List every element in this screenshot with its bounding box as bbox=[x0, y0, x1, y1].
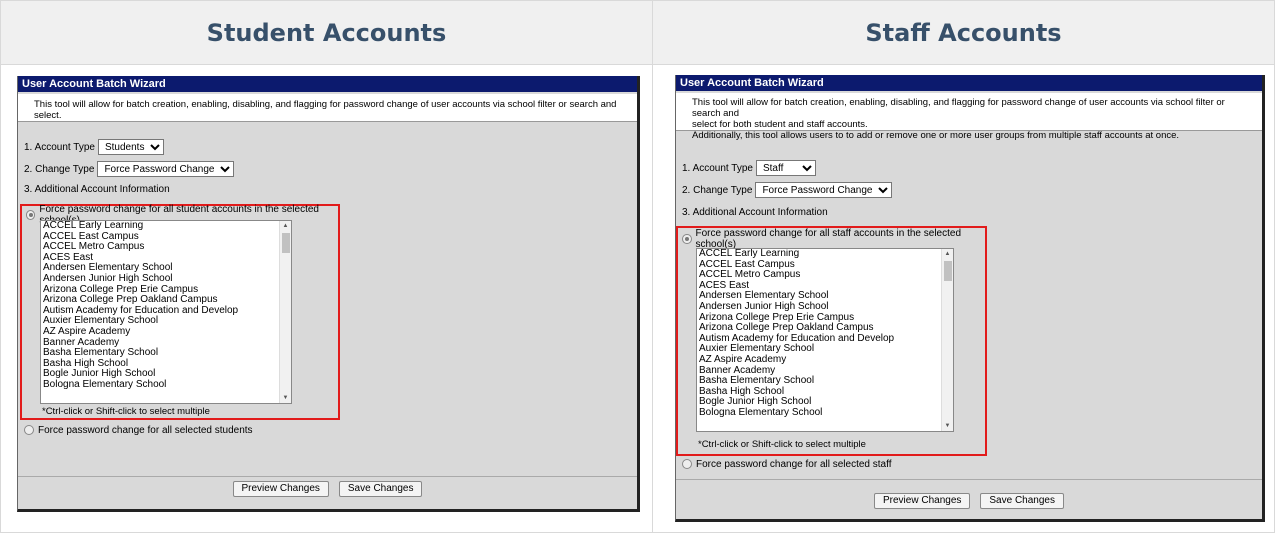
wizard-intro: This tool will allow for batch creation,… bbox=[676, 93, 1262, 141]
radio-unselected-icon[interactable] bbox=[682, 459, 692, 469]
student-panel-cell: User Account Batch Wizard This tool will… bbox=[0, 64, 653, 533]
school-list-item[interactable]: AZ Aspire Academy bbox=[41, 326, 291, 338]
preview-changes-button[interactable]: Preview Changes bbox=[232, 481, 329, 497]
wizard-footer: Preview Changes Save Changes bbox=[676, 481, 1262, 519]
change-type-select[interactable]: Force Password Change bbox=[755, 182, 893, 198]
highlight-box: Force password change for all student ac… bbox=[20, 204, 340, 420]
scroll-up-icon[interactable]: ▲ bbox=[942, 249, 953, 259]
intro-line: This tool will allow for batch creation,… bbox=[692, 97, 1225, 119]
change-type-row: 2. Change Type Force Password Change bbox=[18, 160, 637, 178]
footer-divider bbox=[676, 479, 1262, 480]
option-selected-staff-label: Force password change for all selected s… bbox=[696, 458, 892, 470]
wizard-title: User Account Batch Wizard bbox=[18, 76, 637, 92]
intro-line: This tool will allow for batch creation,… bbox=[34, 99, 617, 121]
account-type-select[interactable]: Students bbox=[97, 139, 164, 155]
staff-wizard: User Account Batch Wizard This tool will… bbox=[675, 75, 1265, 522]
school-list-item[interactable]: ACCEL Early Learning bbox=[697, 249, 953, 260]
school-list-item[interactable]: ACCEL Early Learning bbox=[41, 221, 291, 232]
highlight-box: Force password change for all staff acco… bbox=[676, 226, 987, 456]
additional-info-label: 3. Additional Account Information bbox=[682, 206, 828, 218]
school-list-item[interactable]: Bologna Elementary School bbox=[697, 407, 953, 419]
additional-info-label: 3. Additional Account Information bbox=[24, 183, 170, 195]
listbox-scrollbar[interactable]: ▲ ▼ bbox=[941, 249, 953, 431]
intro-line: select for both student and staff accoun… bbox=[692, 119, 868, 130]
scroll-up-icon[interactable]: ▲ bbox=[280, 221, 291, 231]
option-all-schools-label: Force password change for all staff acco… bbox=[695, 228, 962, 250]
staff-panel-cell: User Account Batch Wizard This tool will… bbox=[652, 64, 1275, 533]
option-selected-students[interactable]: Force password change for all selected s… bbox=[24, 423, 253, 437]
save-changes-button[interactable]: Save Changes bbox=[980, 493, 1064, 509]
account-type-row: 1. Account Type Students bbox=[18, 138, 637, 156]
school-list-item[interactable]: AZ Aspire Academy bbox=[697, 354, 953, 366]
account-type-label: 1. Account Type bbox=[682, 162, 753, 174]
account-type-select[interactable]: Staff bbox=[755, 160, 816, 176]
change-type-label: 2. Change Type bbox=[24, 163, 95, 175]
school-listbox[interactable]: ACCEL Early Learning ACCEL East Campus ACC… bbox=[40, 220, 292, 404]
scroll-down-icon[interactable]: ▼ bbox=[942, 421, 953, 431]
scroll-thumb[interactable] bbox=[282, 233, 290, 253]
save-changes-button[interactable]: Save Changes bbox=[338, 481, 423, 497]
radio-selected-icon[interactable] bbox=[682, 234, 692, 244]
change-type-select[interactable]: Force Password Change bbox=[97, 161, 235, 177]
radio-unselected-icon[interactable] bbox=[24, 425, 34, 435]
option-selected-students-label: Force password change for all selected s… bbox=[38, 424, 253, 436]
account-type-label: 1. Account Type bbox=[24, 141, 95, 153]
school-list-item[interactable]: Andersen Junior High School bbox=[41, 273, 291, 285]
wizard-title: User Account Batch Wizard bbox=[676, 75, 1262, 91]
preview-changes-button[interactable]: Preview Changes bbox=[874, 493, 971, 509]
scroll-thumb[interactable] bbox=[944, 261, 952, 281]
intro-line: Additionally, this tool allows users to … bbox=[692, 130, 1180, 141]
wizard-intro: This tool will allow for batch creation,… bbox=[18, 94, 637, 122]
comparison-table: Student Accounts Staff Accounts User Acc… bbox=[0, 0, 1275, 533]
scroll-down-icon[interactable]: ▼ bbox=[280, 393, 291, 403]
student-wizard: User Account Batch Wizard This tool will… bbox=[17, 76, 640, 512]
header-staff-accounts: Staff Accounts bbox=[652, 0, 1275, 65]
change-type-row: 2. Change Type Force Password Change bbox=[676, 181, 1262, 199]
account-type-row: 1. Account Type Staff bbox=[676, 159, 1262, 177]
multi-select-hint: *Ctrl-click or Shift-click to select mul… bbox=[698, 439, 866, 450]
wizard-footer: Preview Changes Save Changes bbox=[18, 476, 637, 497]
change-type-label: 2. Change Type bbox=[682, 184, 753, 196]
school-list-item[interactable]: Andersen Junior High School bbox=[697, 301, 953, 313]
option-selected-staff[interactable]: Force password change for all selected s… bbox=[682, 457, 891, 471]
option-all-schools[interactable]: Force password change for all staff acco… bbox=[682, 228, 985, 250]
radio-selected-icon[interactable] bbox=[26, 210, 36, 220]
school-listbox[interactable]: ACCEL Early Learning ACCEL East Campus ACC… bbox=[696, 248, 954, 432]
listbox-scrollbar[interactable]: ▲ ▼ bbox=[279, 221, 291, 403]
header-student-accounts: Student Accounts bbox=[0, 0, 653, 65]
school-list-item[interactable]: Bologna Elementary School bbox=[41, 379, 291, 391]
multi-select-hint: *Ctrl-click or Shift-click to select mul… bbox=[42, 406, 210, 417]
